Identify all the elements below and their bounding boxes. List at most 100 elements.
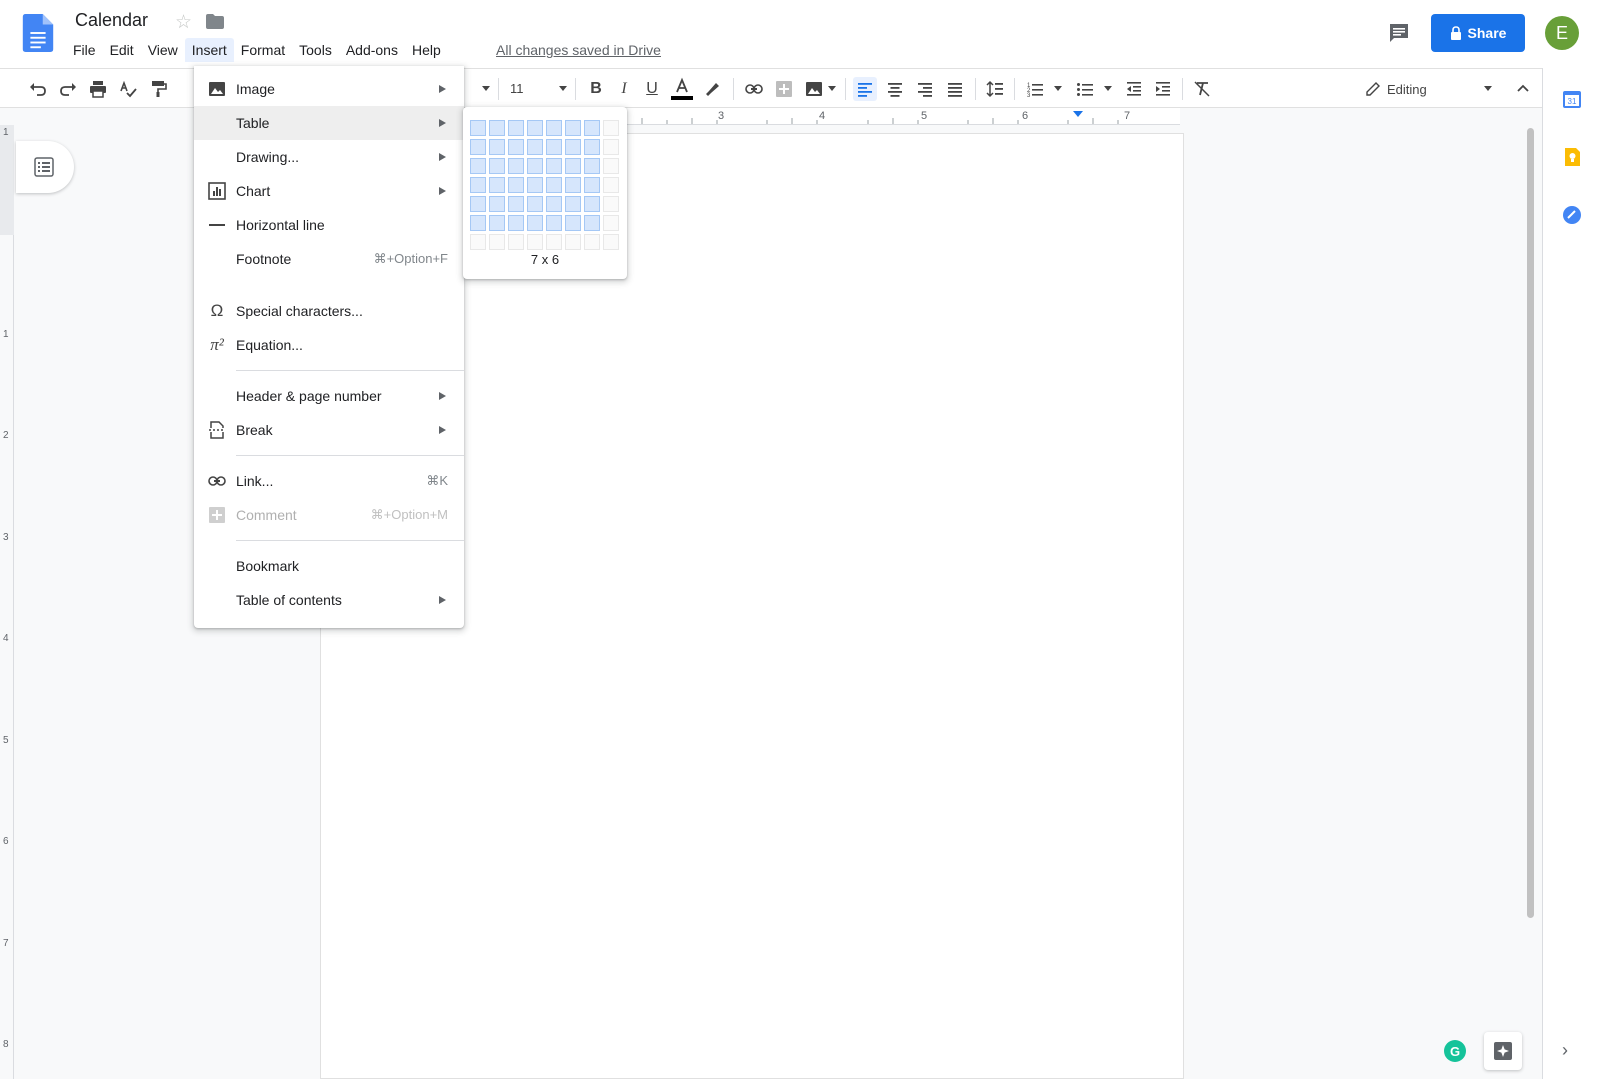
vertical-scrollbar[interactable]: [1527, 128, 1534, 918]
menu-edit[interactable]: Edit: [103, 38, 141, 62]
table-grid-cell[interactable]: [470, 196, 486, 212]
table-grid-cell[interactable]: [565, 215, 581, 231]
table-grid-cell[interactable]: [546, 215, 562, 231]
table-grid-cell[interactable]: [546, 196, 562, 212]
table-grid-cell[interactable]: [508, 234, 524, 250]
table-grid-cell[interactable]: [527, 177, 543, 193]
menu-item-special-characters[interactable]: Ω Special characters...: [194, 294, 464, 328]
menu-item-equation[interactable]: π² Equation...: [194, 328, 464, 362]
table-grid-cell[interactable]: [565, 120, 581, 136]
image-dropdown-icon[interactable]: [828, 86, 836, 91]
align-right-icon[interactable]: [913, 77, 937, 101]
table-grid-cell[interactable]: [527, 120, 543, 136]
insert-comment-icon[interactable]: [772, 77, 796, 101]
table-grid-cell[interactable]: [546, 158, 562, 174]
table-grid-cell[interactable]: [489, 215, 505, 231]
avatar[interactable]: E: [1545, 16, 1579, 50]
table-grid-cell[interactable]: [489, 177, 505, 193]
bold-icon[interactable]: B: [584, 77, 608, 101]
table-grid-cell[interactable]: [584, 234, 600, 250]
paint-format-icon[interactable]: [146, 77, 170, 101]
table-grid-cell[interactable]: [470, 158, 486, 174]
document-title[interactable]: Calendar: [75, 10, 148, 31]
table-grid-cell[interactable]: [489, 139, 505, 155]
decrease-indent-icon[interactable]: [1122, 77, 1146, 101]
table-grid-cell[interactable]: [470, 215, 486, 231]
table-grid-cell[interactable]: [470, 120, 486, 136]
table-grid-cell[interactable]: [527, 196, 543, 212]
table-grid-cell[interactable]: [603, 139, 619, 155]
table-grid-cell[interactable]: [565, 158, 581, 174]
numbered-list-icon[interactable]: 123: [1023, 77, 1047, 101]
table-grid-cell[interactable]: [584, 120, 600, 136]
menu-item-link[interactable]: Link... ⌘K: [194, 464, 464, 498]
text-color-icon[interactable]: [670, 77, 694, 101]
menu-file[interactable]: File: [66, 38, 103, 62]
table-grid-cell[interactable]: [508, 196, 524, 212]
table-grid-cell[interactable]: [508, 120, 524, 136]
bulleted-list-dropdown-icon[interactable]: [1104, 86, 1112, 91]
insert-image-icon[interactable]: [802, 77, 826, 101]
star-icon[interactable]: ☆: [175, 11, 192, 34]
menu-tools[interactable]: Tools: [292, 38, 339, 62]
comments-icon[interactable]: [1388, 22, 1410, 44]
menu-item-table-of-contents[interactable]: Table of contents: [194, 583, 464, 617]
hide-menus-icon[interactable]: [1511, 77, 1535, 101]
table-grid-cell[interactable]: [584, 139, 600, 155]
table-grid-cell[interactable]: [508, 177, 524, 193]
menu-insert[interactable]: Insert: [184, 38, 234, 62]
numbered-list-dropdown-icon[interactable]: [1054, 86, 1062, 91]
menu-item-break[interactable]: Break: [194, 413, 464, 447]
align-center-icon[interactable]: [883, 77, 907, 101]
menu-item-table[interactable]: Table: [194, 106, 464, 140]
menu-item-chart[interactable]: Chart: [194, 174, 464, 208]
vertical-ruler[interactable]: 1 1 2 3 4 5 6 7 8: [0, 125, 14, 1079]
save-status-link[interactable]: All changes saved in Drive: [496, 42, 661, 58]
redo-icon[interactable]: [56, 77, 80, 101]
chevron-right-icon[interactable]: ›: [1562, 1040, 1568, 1061]
calendar-icon[interactable]: 31: [1562, 89, 1582, 109]
table-grid-cell[interactable]: [584, 196, 600, 212]
tasks-icon[interactable]: [1562, 205, 1582, 225]
table-grid-cell[interactable]: [489, 158, 505, 174]
clear-formatting-icon[interactable]: [1190, 77, 1214, 101]
table-grid-cell[interactable]: [470, 234, 486, 250]
table-grid-cell[interactable]: [584, 177, 600, 193]
table-grid-cell[interactable]: [603, 177, 619, 193]
justify-icon[interactable]: [943, 77, 967, 101]
table-grid-cell[interactable]: [508, 158, 524, 174]
table-grid-cell[interactable]: [603, 120, 619, 136]
undo-icon[interactable]: [26, 77, 50, 101]
share-button[interactable]: Share: [1431, 14, 1525, 52]
menu-item-horizontal-line[interactable]: Horizontal line: [194, 208, 464, 242]
menu-item-header-page-number[interactable]: Header & page number: [194, 379, 464, 413]
font-size-field[interactable]: 11: [510, 81, 524, 96]
increase-indent-icon[interactable]: [1151, 77, 1175, 101]
menu-item-bookmark[interactable]: Bookmark: [194, 549, 464, 583]
menu-item-drawing[interactable]: Drawing...: [194, 140, 464, 174]
keep-icon[interactable]: [1562, 147, 1582, 167]
highlight-color-icon[interactable]: [700, 77, 724, 101]
underline-icon[interactable]: U: [640, 77, 664, 101]
docs-logo-icon[interactable]: [22, 14, 54, 52]
table-grid-cell[interactable]: [565, 234, 581, 250]
editing-mode-arrow-icon[interactable]: [1484, 86, 1492, 91]
table-grid-cell[interactable]: [565, 139, 581, 155]
menu-item-image[interactable]: Image: [194, 72, 464, 106]
font-dropdown-arrow-icon[interactable]: [482, 86, 490, 91]
font-size-dropdown-icon[interactable]: [559, 86, 567, 91]
menu-item-footnote[interactable]: Footnote ⌘+Option+F: [194, 242, 464, 276]
table-grid-cell[interactable]: [489, 120, 505, 136]
editing-mode-dropdown[interactable]: Editing: [1365, 77, 1495, 101]
menu-help[interactable]: Help: [405, 38, 448, 62]
table-grid-cell[interactable]: [508, 215, 524, 231]
table-grid-cell[interactable]: [470, 139, 486, 155]
menu-addons[interactable]: Add-ons: [339, 38, 405, 62]
menu-format[interactable]: Format: [234, 38, 292, 62]
italic-icon[interactable]: I: [612, 77, 636, 101]
table-grid-cell[interactable]: [508, 139, 524, 155]
print-icon[interactable]: [86, 77, 110, 101]
explore-button[interactable]: [1484, 1032, 1522, 1070]
table-grid-cell[interactable]: [546, 177, 562, 193]
align-left-icon[interactable]: [853, 77, 877, 101]
